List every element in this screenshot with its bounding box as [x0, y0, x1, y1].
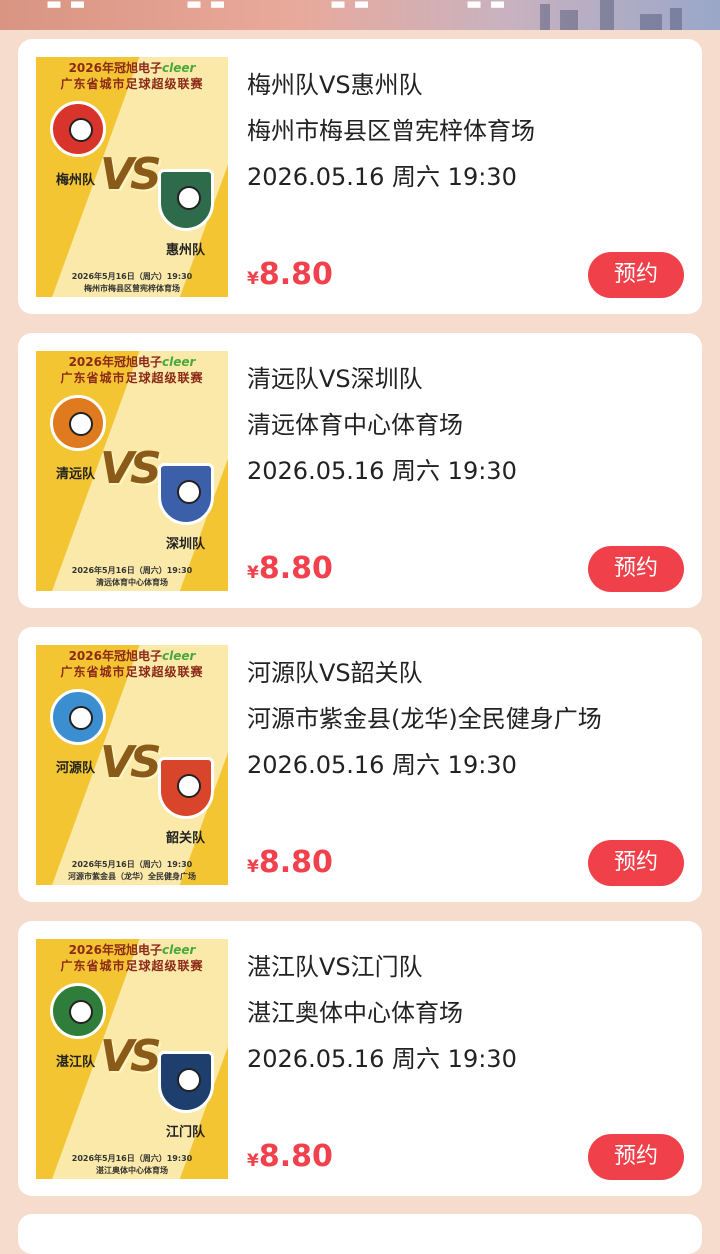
match-datetime: 2026.05.16 周六 19:30 [247, 1045, 517, 1073]
poster-vs: VS [100, 149, 162, 200]
ticket-price: ¥8.80 [247, 257, 333, 292]
poster-away-team: 深圳队 [166, 537, 206, 552]
poster-away-team: 韶关队 [166, 831, 206, 846]
home-team-crest [50, 983, 106, 1039]
match-card[interactable]: 2026年冠旭电子cleer 广东省城市足球超级联赛 VS 清远队 深圳队 20… [18, 333, 702, 608]
reserve-button[interactable]: 预约 [588, 546, 684, 592]
ticket-price: ¥8.80 [247, 845, 333, 880]
match-datetime: 2026.05.16 周六 19:30 [247, 751, 517, 779]
home-team-crest [50, 395, 106, 451]
poster-away-team: 惠州队 [166, 243, 206, 258]
match-venue: 湛江奥体中心体育场 [247, 999, 463, 1027]
nav-stub: ▬ ▬ [330, 0, 371, 14]
poster-league-line1: 2026年冠旭电子cleer [68, 649, 196, 663]
poster-league-line1: 2026年冠旭电子cleer [68, 943, 196, 957]
poster-venue: 河源市紫金县（龙华）全民健身广场 [68, 872, 196, 881]
poster-venue: 湛江奥体中心体育场 [96, 1166, 168, 1175]
top-banner: ▬ ▬ ▬ ▬ ▬ ▬ ▬ ▬ [0, 0, 720, 30]
poster-league-line2: 广东省城市足球超级联赛 [60, 77, 204, 91]
match-poster: 2026年冠旭电子cleer 广东省城市足球超级联赛 VS 河源队 韶关队 20… [36, 645, 228, 885]
poster-home-team: 河源队 [56, 761, 96, 776]
price-amount: 8.80 [258, 257, 333, 292]
reserve-button[interactable]: 预约 [588, 840, 684, 886]
home-team-crest [50, 101, 106, 157]
away-team-crest [158, 169, 214, 231]
match-venue: 梅州市梅县区曾宪梓体育场 [247, 117, 535, 145]
ticket-price: ¥8.80 [247, 1139, 333, 1174]
poster-league-line2: 广东省城市足球超级联赛 [60, 959, 204, 973]
reserve-button[interactable]: 预约 [588, 252, 684, 298]
poster-date: 2026年5月16日（周六）19:30 [71, 566, 193, 575]
poster-venue: 梅州市梅县区曾宪梓体育场 [84, 284, 180, 293]
currency-symbol: ¥ [247, 269, 259, 289]
currency-symbol: ¥ [247, 563, 259, 583]
away-team-crest [158, 757, 214, 819]
poster-date: 2026年5月16日（周六）19:30 [71, 272, 193, 281]
price-amount: 8.80 [258, 551, 333, 586]
match-poster: 2026年冠旭电子cleer 广东省城市足球超级联赛 VS 清远队 深圳队 20… [36, 351, 228, 591]
city-skyline-graphic [520, 0, 690, 30]
away-team-crest [158, 463, 214, 525]
poster-away-team: 江门队 [166, 1125, 206, 1140]
poster-league-line1: 2026年冠旭电子cleer [68, 61, 196, 75]
match-venue: 清远体育中心体育场 [247, 411, 463, 439]
ticket-price: ¥8.80 [247, 551, 333, 586]
price-amount: 8.80 [258, 845, 333, 880]
match-poster: 2026年冠旭电子cleer 广东省城市足球超级联赛 VS 湛江队 江门队 20… [36, 939, 228, 1179]
match-card[interactable]: 2026年冠旭电子cleer 广东省城市足球超级联赛 VS 梅州队 惠州队 20… [18, 39, 702, 314]
home-team-crest [50, 689, 106, 745]
price-amount: 8.80 [258, 1139, 333, 1174]
match-title: 河源队VS韶关队 [247, 659, 423, 687]
away-team-crest [158, 1051, 214, 1113]
match-card[interactable]: 2026年冠旭电子cleer 广东省城市足球超级联赛 VS 河源队 韶关队 20… [18, 627, 702, 902]
match-title: 清远队VS深圳队 [247, 365, 423, 393]
match-poster: 2026年冠旭电子cleer 广东省城市足球超级联赛 VS 梅州队 惠州队 20… [36, 57, 228, 297]
poster-home-team: 清远队 [56, 467, 96, 482]
poster-league-line2: 广东省城市足球超级联赛 [60, 371, 204, 385]
poster-venue: 清远体育中心体育场 [96, 578, 168, 587]
currency-symbol: ¥ [247, 857, 259, 877]
match-venue: 河源市紫金县(龙华)全民健身广场 [247, 705, 602, 733]
poster-vs: VS [100, 443, 162, 494]
poster-home-team: 梅州队 [56, 173, 96, 188]
nav-stub: ▬ ▬ [186, 0, 227, 14]
poster-vs: VS [100, 737, 162, 788]
reserve-button[interactable]: 预约 [588, 1134, 684, 1180]
match-card-partial[interactable] [18, 1214, 702, 1254]
match-card[interactable]: 2026年冠旭电子cleer 广东省城市足球超级联赛 VS 湛江队 江门队 20… [18, 921, 702, 1196]
poster-league-line1: 2026年冠旭电子cleer [68, 355, 196, 369]
match-datetime: 2026.05.16 周六 19:30 [247, 457, 517, 485]
match-datetime: 2026.05.16 周六 19:30 [247, 163, 517, 191]
poster-date: 2026年5月16日（周六）19:30 [71, 1154, 193, 1163]
poster-league-line2: 广东省城市足球超级联赛 [60, 665, 204, 679]
nav-stub: ▬ ▬ [46, 0, 87, 14]
poster-vs: VS [100, 1031, 162, 1082]
currency-symbol: ¥ [247, 1151, 259, 1171]
match-title: 梅州队VS惠州队 [247, 71, 423, 99]
match-title: 湛江队VS江门队 [247, 953, 423, 981]
poster-date: 2026年5月16日（周六）19:30 [71, 860, 193, 869]
poster-home-team: 湛江队 [56, 1055, 96, 1070]
nav-stub: ▬ ▬ [466, 0, 507, 14]
